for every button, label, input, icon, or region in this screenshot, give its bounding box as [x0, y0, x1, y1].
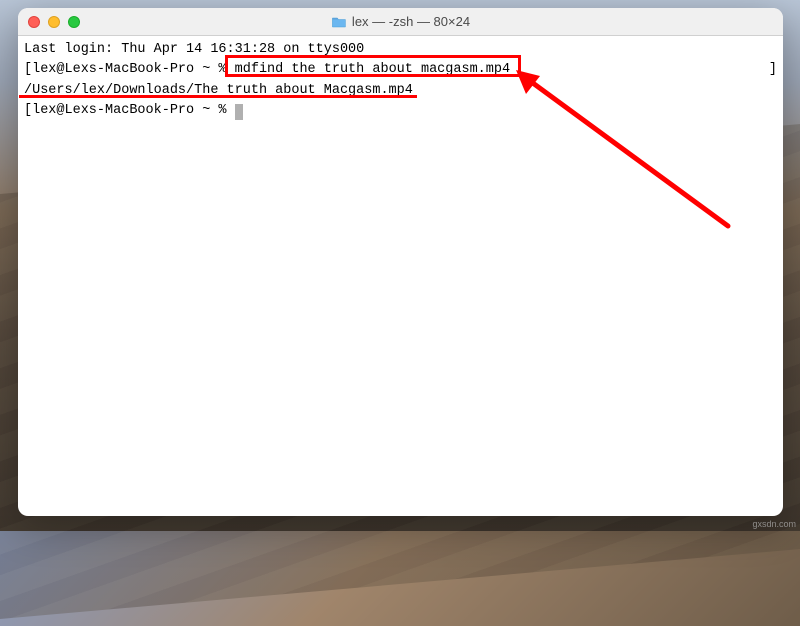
terminal-line-prompt: [lex@Lexs-MacBook-Pro ~ % [24, 101, 777, 121]
watermark: gxsdn.com [752, 519, 796, 529]
window-title: lex — -zsh — 80×24 [331, 14, 470, 29]
terminal-line-login: Last login: Thu Apr 14 16:31:28 on ttys0… [24, 40, 777, 60]
minimize-button[interactable] [48, 16, 60, 28]
terminal-line-command: [lex@Lexs-MacBook-Pro ~ % mdfind the tru… [24, 60, 777, 80]
terminal-content[interactable]: Last login: Thu Apr 14 16:31:28 on ttys0… [18, 36, 783, 516]
folder-icon [331, 16, 346, 28]
close-button[interactable] [28, 16, 40, 28]
cursor [235, 104, 243, 120]
terminal-line-result: /Users/lex/Downloads/The truth about Mac… [24, 81, 777, 101]
window-titlebar[interactable]: lex — -zsh — 80×24 [18, 8, 783, 36]
terminal-window: lex — -zsh — 80×24 Last login: Thu Apr 1… [18, 8, 783, 516]
window-title-text: lex — -zsh — 80×24 [352, 14, 470, 29]
traffic-lights [28, 16, 80, 28]
maximize-button[interactable] [68, 16, 80, 28]
